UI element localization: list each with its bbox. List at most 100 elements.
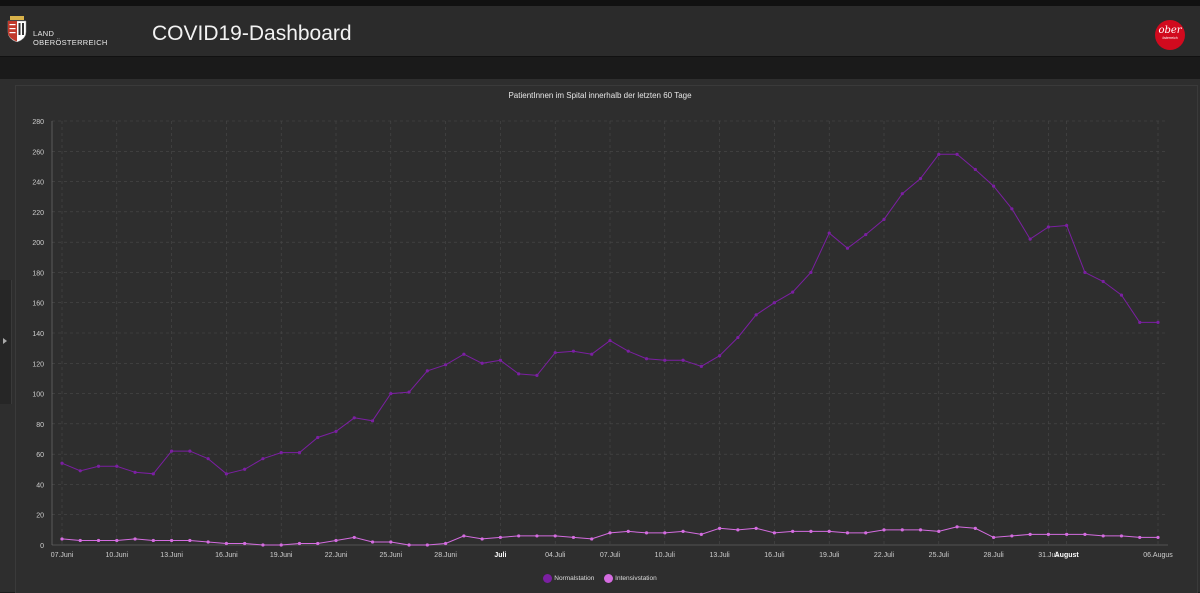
data-point-intensivstation — [937, 529, 941, 533]
data-point-normalstation — [407, 390, 411, 394]
data-point-normalstation — [882, 217, 886, 222]
data-point-normalstation — [334, 429, 338, 434]
data-point-normalstation — [188, 449, 192, 453]
y-tick-label: 140 — [32, 331, 44, 338]
data-point-intensivstation — [96, 538, 101, 543]
data-point-intensivstation — [316, 541, 320, 546]
data-point-normalstation — [809, 270, 813, 275]
x-tick-label: 25.Juli — [929, 552, 950, 559]
x-tick-label: 28.Juli — [983, 552, 1004, 559]
data-point-normalstation — [973, 167, 977, 172]
x-tick-label: 10.Juni — [106, 552, 129, 559]
y-tick-label: 40 — [36, 482, 44, 489]
data-point-normalstation — [316, 435, 320, 440]
data-point-intensivstation — [845, 531, 850, 535]
x-tick-label: 10.Juli — [655, 552, 676, 559]
data-point-intensivstation — [626, 529, 630, 533]
y-tick-label: 200 — [32, 240, 44, 247]
data-point-intensivstation — [407, 543, 411, 547]
data-point-normalstation — [1138, 320, 1142, 324]
x-tick-label: 25.Juni — [380, 552, 403, 559]
data-point-intensivstation — [992, 535, 996, 540]
data-point-intensivstation — [663, 531, 667, 535]
data-point-normalstation — [60, 461, 64, 465]
x-tick-label: 16.Juli — [764, 552, 785, 559]
data-point-intensivstation — [480, 537, 484, 541]
data-point-normalstation — [224, 472, 228, 476]
data-point-normalstation — [644, 357, 649, 361]
data-point-normalstation — [425, 369, 429, 373]
x-tick-label: 16.Juni — [215, 552, 238, 559]
y-tick-label: 160 — [32, 301, 44, 308]
legend-item-intensivstation[interactable]: Intensivstation — [604, 574, 657, 583]
data-point-intensivstation — [370, 540, 375, 544]
data-point-intensivstation — [809, 529, 813, 533]
data-point-normalstation — [1156, 320, 1160, 324]
data-point-normalstation — [699, 364, 703, 368]
data-point-intensivstation — [151, 538, 155, 543]
data-point-intensivstation — [882, 528, 886, 532]
x-tick-label: 04.Juli — [545, 552, 566, 559]
data-point-normalstation — [1065, 223, 1069, 228]
data-point-normalstation — [480, 361, 484, 365]
data-point-intensivstation — [571, 535, 576, 540]
data-point-intensivstation — [297, 541, 302, 546]
data-point-intensivstation — [918, 528, 923, 532]
data-point-intensivstation — [78, 538, 82, 543]
data-point-intensivstation — [1065, 532, 1069, 537]
legend-item-normalstation[interactable]: Normalstation — [543, 574, 594, 583]
data-point-intensivstation — [425, 543, 429, 547]
data-point-intensivstation — [553, 534, 557, 538]
data-point-normalstation — [352, 416, 356, 420]
x-tick-label: 28.Juni — [434, 552, 457, 559]
data-point-intensivstation — [224, 541, 228, 546]
y-tick-label: 120 — [32, 361, 44, 368]
data-point-normalstation — [864, 232, 868, 237]
data-point-intensivstation — [444, 541, 448, 546]
chart-legend: Normalstation Intensivstation — [0, 574, 1200, 583]
data-point-intensivstation — [352, 535, 356, 540]
data-point-normalstation — [1101, 279, 1105, 284]
data-point-intensivstation — [772, 531, 777, 535]
y-tick-label: 60 — [36, 452, 44, 459]
data-point-intensivstation — [736, 528, 740, 532]
data-point-normalstation — [389, 391, 393, 396]
data-point-intensivstation — [1028, 532, 1032, 537]
data-point-intensivstation — [900, 528, 904, 532]
y-tick-label: 100 — [32, 392, 44, 399]
y-tick-label: 220 — [32, 210, 44, 217]
data-point-normalstation — [754, 313, 758, 317]
data-point-intensivstation — [243, 541, 247, 546]
data-point-normalstation — [535, 373, 539, 377]
data-point-normalstation — [681, 358, 685, 362]
data-point-intensivstation — [517, 534, 521, 538]
data-point-normalstation — [297, 451, 302, 455]
data-point-normalstation — [937, 152, 941, 156]
data-point-normalstation — [1046, 225, 1050, 229]
data-point-intensivstation — [170, 538, 174, 543]
data-point-normalstation — [498, 358, 502, 362]
data-point-normalstation — [170, 449, 174, 453]
data-point-intensivstation — [1010, 534, 1014, 538]
x-tick-label: Juli — [494, 552, 506, 559]
data-point-intensivstation — [389, 540, 393, 544]
legend-label-intensivstation: Intensivstation — [615, 575, 657, 583]
data-point-intensivstation — [1156, 535, 1160, 540]
y-tick-label: 0 — [40, 543, 44, 550]
data-point-intensivstation — [644, 531, 649, 535]
data-point-intensivstation — [955, 525, 959, 529]
data-point-intensivstation — [590, 537, 594, 541]
data-point-normalstation — [151, 472, 155, 476]
data-point-intensivstation — [1119, 534, 1124, 538]
data-point-intensivstation — [827, 529, 831, 533]
data-point-intensivstation — [699, 532, 703, 537]
data-point-normalstation — [608, 338, 612, 343]
data-point-normalstation — [663, 358, 667, 362]
x-tick-label: 06.Augus — [1143, 552, 1173, 559]
data-point-intensivstation — [864, 531, 868, 535]
data-point-normalstation — [462, 352, 466, 356]
legend-swatch-intensivstation — [604, 574, 614, 583]
data-point-normalstation — [279, 451, 283, 455]
data-point-normalstation — [772, 301, 777, 305]
y-tick-label: 260 — [32, 149, 44, 156]
